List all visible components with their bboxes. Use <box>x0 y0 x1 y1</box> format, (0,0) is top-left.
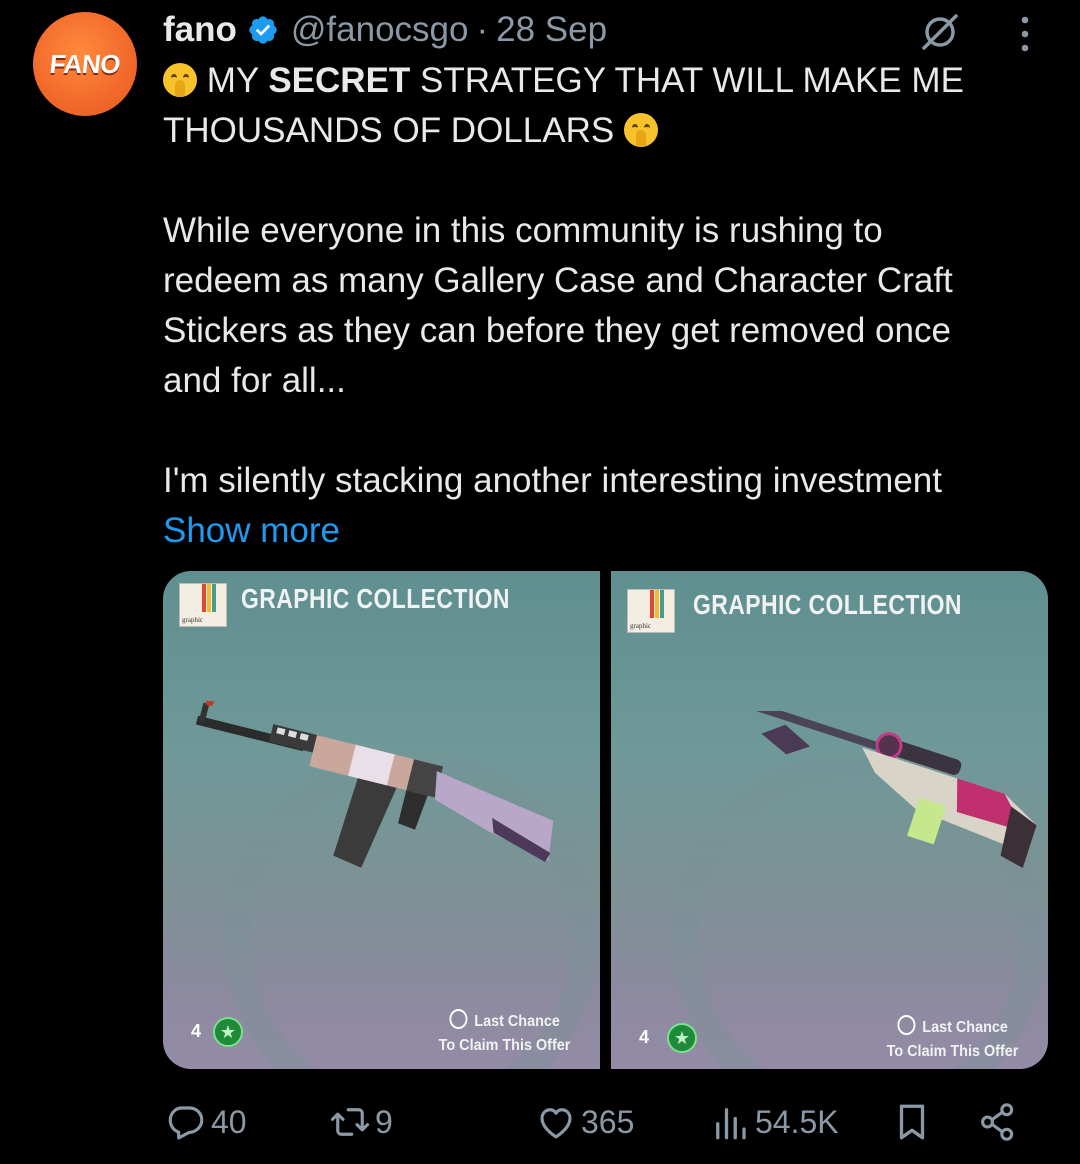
collection-badge-icon: graphic <box>627 589 675 633</box>
collection-title: GRAPHIC COLLECTION <box>241 583 510 614</box>
reply-icon <box>168 1106 204 1140</box>
user-handle[interactable]: @fanocsgo <box>291 10 469 50</box>
star-level-icon: ★ <box>213 1017 243 1047</box>
display-name[interactable]: fano <box>163 10 237 50</box>
repost-count: 9 <box>375 1103 393 1140</box>
bold-word: SECRET <box>268 61 411 100</box>
verified-badge-icon <box>249 16 277 44</box>
bookmark-icon <box>899 1104 925 1140</box>
tweet-date[interactable]: 28 Sep <box>496 10 607 50</box>
reply-count: 40 <box>211 1103 247 1140</box>
reply-button[interactable]: 40 <box>165 1096 247 1148</box>
timer-icon <box>448 1009 467 1029</box>
header-separator: · <box>476 10 489 49</box>
shushing-face-emoji-icon <box>623 113 658 147</box>
tweet-text-line: and for all... <box>163 361 346 400</box>
views-icon <box>716 1108 746 1140</box>
star-level-icon: ★ <box>667 1023 697 1053</box>
avatar-logo-text: FANO <box>48 48 122 79</box>
collection-badge-icon: graphic <box>179 583 227 627</box>
timer-icon <box>896 1015 915 1035</box>
repost-button[interactable]: 9 <box>329 1096 393 1148</box>
tweet-action-bar: 40 9 365 54.5K <box>163 1096 1043 1148</box>
level-number: 4 <box>191 1021 202 1041</box>
media-grid: graphic GRAPHIC COLLECTION 4 ★ Last Chan… <box>163 571 1048 1069</box>
show-more-link[interactable]: Show more <box>163 506 1043 556</box>
tweet-text-line: MY SECRET STRATEGY THAT WILL MAKE ME <box>163 56 1043 106</box>
tweet-text-line: Stickers as they can before they get rem… <box>163 311 951 350</box>
like-button[interactable]: 365 <box>535 1096 634 1148</box>
heart-icon <box>540 1108 572 1139</box>
shushing-face-emoji-icon <box>163 63 197 97</box>
tweet-text-line: I'm silently stacking another interestin… <box>163 461 942 500</box>
ak47-weapon-icon <box>195 701 554 868</box>
more-vertical-icon[interactable] <box>1010 12 1040 56</box>
media-image-1[interactable]: graphic GRAPHIC COLLECTION 4 ★ Last Chan… <box>163 571 600 1069</box>
like-count: 365 <box>581 1103 635 1140</box>
tweet-header: fano @fanocsgo · 28 Sep <box>163 8 607 52</box>
avatar[interactable]: FANO <box>33 12 137 116</box>
tweet-text-line: THOUSANDS OF DOLLARS <box>163 106 1043 156</box>
collection-title: GRAPHIC COLLECTION <box>693 589 962 620</box>
offer-label: Last Chance To Claim This Offer <box>886 1015 1018 1064</box>
tweet-text-line: While everyone in this community is rush… <box>163 211 883 250</box>
level-number: 4 <box>639 1027 650 1047</box>
grok-icon[interactable] <box>918 10 962 54</box>
views-count: 54.5K <box>755 1103 839 1140</box>
bookmark-button[interactable] <box>891 1096 933 1148</box>
share-icon <box>981 1103 1014 1141</box>
views-button[interactable]: 54.5K <box>709 1096 839 1148</box>
tweet-text-line: redeem as many Gallery Case and Characte… <box>163 261 953 300</box>
media-image-2[interactable]: graphic GRAPHIC COLLECTION 4 ★ Last Chan… <box>611 571 1048 1069</box>
share-button[interactable] <box>977 1096 1019 1148</box>
repost-icon <box>330 1108 370 1136</box>
awp-weapon-icon <box>667 711 1037 869</box>
offer-label: Last Chance To Claim This Offer <box>438 1009 570 1058</box>
